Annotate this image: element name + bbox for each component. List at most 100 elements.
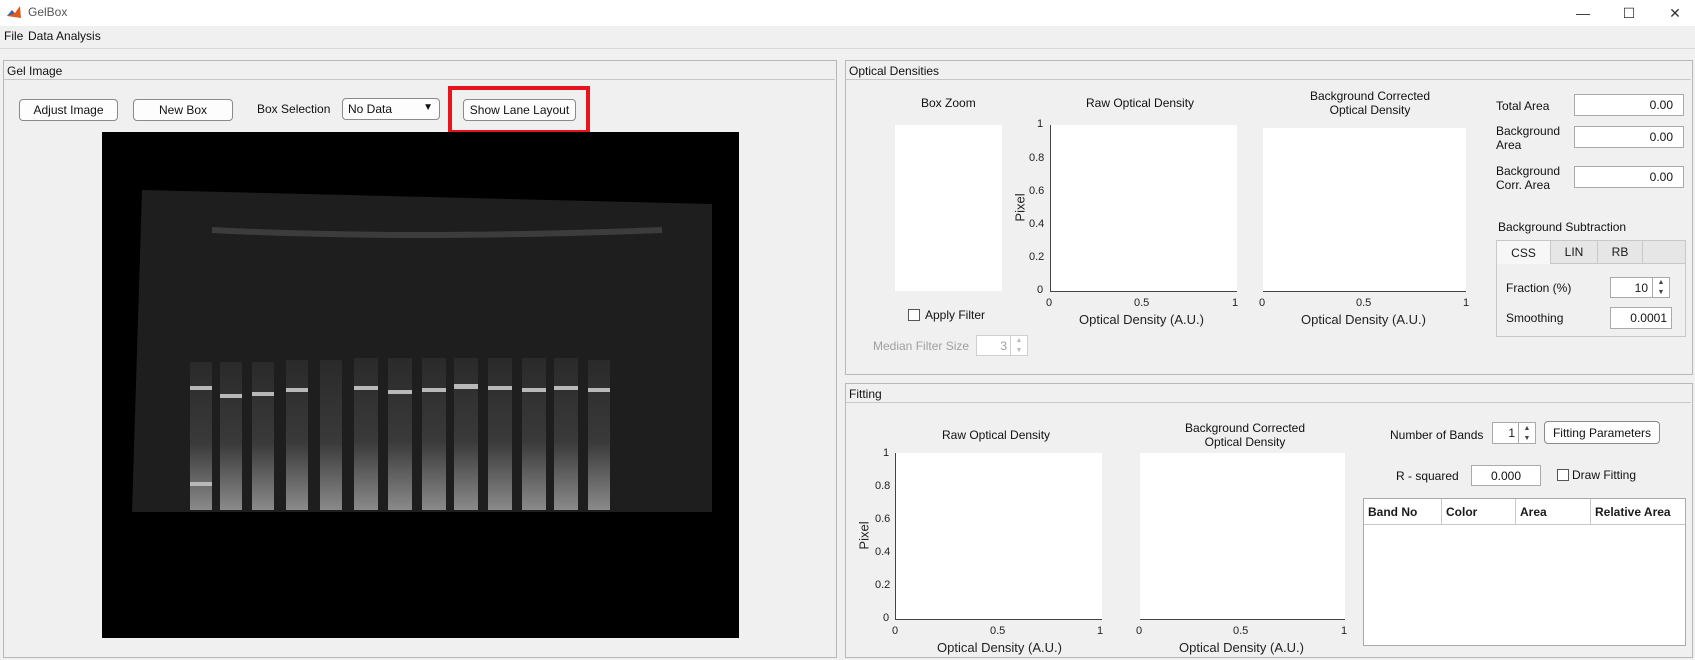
number-of-bands-value: 1	[1508, 426, 1515, 440]
spin-up-icon: ▲	[1015, 337, 1023, 345]
spin-down-icon: ▼	[1523, 434, 1531, 442]
gel-panel-title: Gel Image	[7, 64, 63, 78]
title-bar: GelBox — ☐ ✕	[0, 0, 1695, 26]
number-of-bands-spinner[interactable]: 1 ▲ ▼	[1492, 422, 1536, 444]
new-box-button[interactable]: New Box	[133, 99, 233, 121]
minimize-icon: —	[1576, 5, 1590, 21]
gel-image-graphic	[132, 190, 712, 512]
y-axis-label: Pixel	[1012, 193, 1028, 222]
y-axis-label: Pixel	[856, 521, 872, 550]
draw-fitting-checkbox[interactable]	[1557, 469, 1569, 481]
x-tick: 1	[1463, 297, 1470, 309]
y-tick: 0.4	[1029, 218, 1045, 230]
divider	[846, 79, 1691, 80]
adjust-image-button[interactable]: Adjust Image	[19, 99, 118, 121]
y-tick: 0.2	[1029, 251, 1045, 263]
menu-bar: File Data Analysis	[0, 26, 1695, 49]
x-axis-label: Optical Density (A.U.)	[937, 640, 1062, 655]
x-tick: 0	[1259, 297, 1266, 309]
column-header-relative-area[interactable]: Relative Area	[1591, 499, 1685, 525]
x-tick: 1	[1232, 297, 1239, 309]
spin-up-icon: ▲	[1657, 279, 1665, 287]
apply-filter-label: Apply Filter	[925, 308, 986, 322]
divider	[4, 79, 835, 80]
bg-area-label: Background Area	[1496, 124, 1561, 152]
tab-css[interactable]: CSS	[1497, 241, 1551, 264]
tab-lin[interactable]: LIN	[1551, 241, 1598, 263]
x-axis-label: Optical Density (A.U.)	[1301, 312, 1426, 327]
x-tick: 0	[892, 625, 899, 637]
matlab-icon	[6, 4, 22, 20]
fit-bg-corr-od-axes[interactable]	[1140, 453, 1345, 620]
menu-file[interactable]: File	[4, 29, 23, 43]
close-button[interactable]: ✕	[1652, 0, 1695, 26]
divider	[846, 402, 1691, 403]
close-icon: ✕	[1669, 4, 1681, 21]
column-header-color[interactable]: Color	[1442, 499, 1516, 525]
x-tick: 0.5	[1134, 297, 1150, 309]
fitting-parameters-button[interactable]: Fitting Parameters	[1544, 421, 1660, 444]
y-tick: 0	[883, 612, 890, 624]
box-selection-label: Box Selection	[257, 102, 331, 116]
apply-filter-checkbox[interactable]	[908, 309, 920, 321]
bg-corr-area-label: Background Corr. Area	[1496, 164, 1561, 192]
draw-fitting-label: Draw Fitting	[1572, 468, 1637, 482]
fit-raw-od-axes[interactable]	[895, 453, 1102, 620]
bg-corr-od-axes[interactable]	[1263, 128, 1466, 292]
x-axis-label: Optical Density (A.U.)	[1079, 312, 1204, 327]
y-tick: 0.8	[1029, 152, 1045, 164]
y-tick: 0.4	[875, 546, 891, 558]
spin-down-icon: ▼	[1015, 346, 1023, 354]
smoothing-label: Smoothing	[1506, 311, 1564, 325]
x-tick: 1	[1097, 625, 1104, 637]
fraction-label: Fraction (%)	[1506, 281, 1572, 295]
bg-area-field[interactable]: 0.00	[1574, 126, 1684, 148]
y-tick: 1	[883, 447, 890, 459]
box-selection-dropdown[interactable]: No Data ▼	[342, 98, 440, 120]
smoothing-field[interactable]: 0.0001	[1610, 307, 1672, 329]
bg-corr-od-title: Background Corrected Optical Density	[1309, 89, 1431, 117]
maximize-button[interactable]: ☐	[1606, 0, 1652, 26]
r-squared-field[interactable]: 0.000	[1471, 465, 1541, 486]
box-zoom-axes[interactable]	[895, 125, 1002, 291]
bg-corr-area-field[interactable]: 0.00	[1574, 166, 1684, 188]
bands-table[interactable]: Band No Color Area Relative Area	[1363, 498, 1686, 646]
fit-raw-od-title: Raw Optical Density	[942, 428, 1051, 442]
y-tick: 0	[1037, 284, 1044, 296]
total-area-field[interactable]: 0.00	[1574, 94, 1684, 116]
x-tick: 0.5	[1356, 297, 1372, 309]
median-filter-spinner[interactable]: 3 ▲ ▼	[976, 335, 1028, 356]
y-tick: 0.8	[875, 480, 891, 492]
y-tick: 1	[1037, 118, 1044, 130]
box-zoom-title: Box Zoom	[921, 96, 976, 110]
column-header-area[interactable]: Area	[1516, 499, 1591, 525]
tab-rb[interactable]: RB	[1598, 241, 1643, 263]
fraction-value: 10	[1634, 281, 1648, 295]
raw-od-axes[interactable]	[1050, 125, 1237, 292]
x-tick: 0.5	[990, 625, 1006, 637]
show-lane-layout-button[interactable]: Show Lane Layout	[463, 99, 576, 121]
median-filter-label: Median Filter Size	[873, 339, 970, 353]
x-tick: 0	[1136, 625, 1143, 637]
median-filter-value: 3	[1000, 339, 1007, 353]
gel-image[interactable]	[102, 132, 739, 638]
r-squared-label: R - squared	[1396, 469, 1459, 483]
optical-panel-title: Optical Densities	[849, 64, 940, 78]
spin-up-icon: ▲	[1523, 424, 1531, 432]
x-tick: 0.5	[1233, 625, 1249, 637]
fit-bg-corr-od-title: Background Corrected Optical Density	[1184, 421, 1306, 449]
box-selection-value: No Data	[348, 102, 393, 116]
y-tick: 0.6	[875, 513, 891, 525]
spin-down-icon: ▼	[1657, 288, 1665, 296]
fitting-panel-title: Fitting	[849, 387, 882, 401]
chevron-down-icon: ▼	[423, 102, 433, 113]
y-tick: 0.2	[875, 579, 891, 591]
fraction-spinner[interactable]: 10 ▲ ▼	[1610, 277, 1670, 298]
minimize-button[interactable]: —	[1560, 0, 1606, 26]
x-axis-label: Optical Density (A.U.)	[1179, 640, 1304, 655]
menu-data-analysis[interactable]: Data Analysis	[28, 29, 101, 43]
x-tick: 1	[1341, 625, 1348, 637]
x-tick: 0	[1046, 297, 1053, 309]
column-header-band-no[interactable]: Band No	[1364, 499, 1442, 525]
number-of-bands-label: Number of Bands	[1390, 428, 1484, 442]
